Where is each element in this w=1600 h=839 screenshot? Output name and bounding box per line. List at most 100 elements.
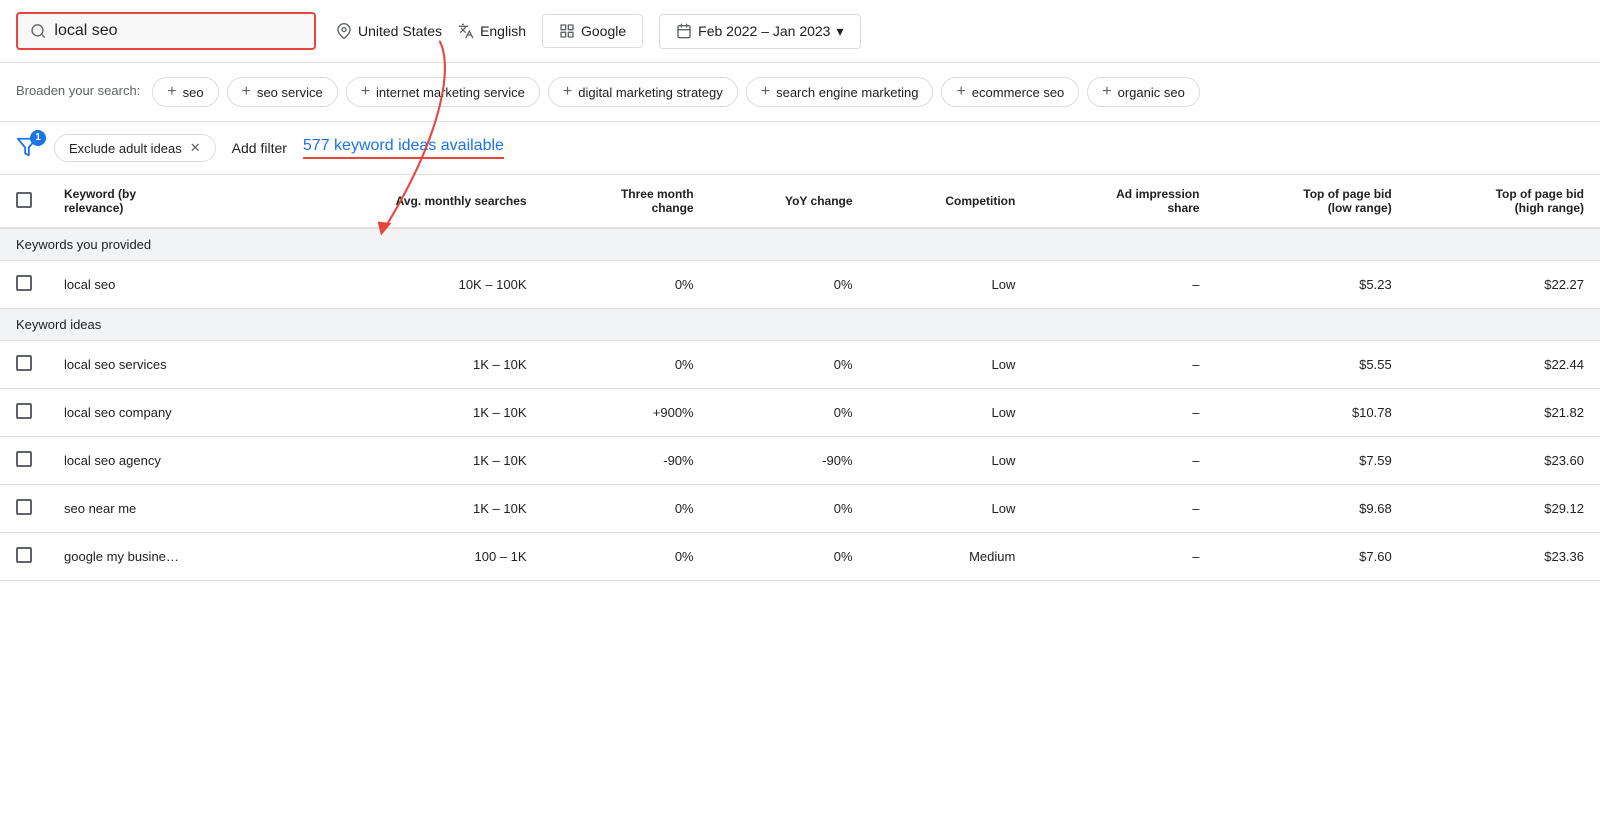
row-ad-impression: – xyxy=(1031,485,1215,533)
col-header-checkbox[interactable] xyxy=(0,175,48,228)
row-keyword: local seo services xyxy=(48,341,282,389)
language-control[interactable]: English xyxy=(458,23,526,39)
filter-badge: 1 xyxy=(30,130,46,146)
table-row: local seo services 1K – 10K 0% 0% Low – … xyxy=(0,341,1600,389)
search-input[interactable] xyxy=(54,22,302,40)
col-header-three-month: Three monthchange xyxy=(543,175,710,228)
table-container: Keyword (byrelevance) Avg. monthly searc… xyxy=(0,175,1600,581)
chip-ims-label: internet marketing service xyxy=(376,85,525,100)
exclude-adult-label: Exclude adult ideas xyxy=(69,141,182,156)
row-yoy: 0% xyxy=(710,261,869,309)
row-checkbox[interactable] xyxy=(0,533,48,581)
chip-seo[interactable]: + seo xyxy=(152,77,218,107)
google-button[interactable]: Google xyxy=(542,14,643,48)
row-top-bid-high: $22.27 xyxy=(1408,261,1600,309)
search-box[interactable] xyxy=(16,12,316,50)
broaden-section: Broaden your search: + seo + seo service… xyxy=(0,63,1600,122)
add-filter-button[interactable]: Add filter xyxy=(232,140,287,156)
date-range-button[interactable]: Feb 2022 – Jan 2023 ▾ xyxy=(659,14,860,49)
chip-internet-marketing-service[interactable]: + internet marketing service xyxy=(346,77,540,107)
col-header-top-bid-low: Top of page bid(low range) xyxy=(1215,175,1407,228)
row-checkbox-input[interactable] xyxy=(16,355,32,371)
row-top-bid-low: $5.55 xyxy=(1215,341,1407,389)
language-icon xyxy=(458,23,474,39)
chip-seo-label: seo xyxy=(183,85,204,100)
row-competition: Low xyxy=(869,437,1032,485)
row-yoy: 0% xyxy=(710,533,869,581)
language-label: English xyxy=(480,23,526,39)
plus-icon-dms: + xyxy=(563,83,572,101)
row-keyword: google my busine… xyxy=(48,533,282,581)
row-checkbox[interactable] xyxy=(0,485,48,533)
col-header-avg-monthly: Avg. monthly searches xyxy=(282,175,542,228)
row-three-month: 0% xyxy=(543,533,710,581)
row-checkbox-input[interactable] xyxy=(16,547,32,563)
col-header-competition: Competition xyxy=(869,175,1032,228)
table-row: google my busine… 100 – 1K 0% 0% Medium … xyxy=(0,533,1600,581)
row-checkbox[interactable] xyxy=(0,261,48,309)
filter-bar: 1 Exclude adult ideas ✕ Add filter 577 k… xyxy=(0,122,1600,175)
chip-ecommerce-seo[interactable]: + ecommerce seo xyxy=(941,77,1079,107)
chip-search-engine-marketing[interactable]: + search engine marketing xyxy=(746,77,934,107)
section-ideas-label: Keyword ideas xyxy=(0,309,1600,341)
table-row: local seo agency 1K – 10K -90% -90% Low … xyxy=(0,437,1600,485)
select-all-checkbox[interactable] xyxy=(16,192,32,208)
row-competition: Low xyxy=(869,261,1032,309)
chip-eseo-label: ecommerce seo xyxy=(972,85,1064,100)
row-ad-impression: – xyxy=(1031,389,1215,437)
row-checkbox-input[interactable] xyxy=(16,499,32,515)
row-top-bid-high: $23.36 xyxy=(1408,533,1600,581)
row-avg-monthly: 100 – 1K xyxy=(282,533,542,581)
exclude-adult-chip[interactable]: Exclude adult ideas ✕ xyxy=(54,134,216,162)
date-range-label: Feb 2022 – Jan 2023 xyxy=(698,23,830,39)
plus-icon-ims: + xyxy=(361,83,370,101)
dropdown-icon: ▾ xyxy=(836,23,843,40)
row-keyword: seo near me xyxy=(48,485,282,533)
row-top-bid-low: $5.23 xyxy=(1215,261,1407,309)
row-keyword: local seo agency xyxy=(48,437,282,485)
section-ideas: Keyword ideas xyxy=(0,309,1600,341)
table-row: local seo company 1K – 10K +900% 0% Low … xyxy=(0,389,1600,437)
row-yoy: 0% xyxy=(710,389,869,437)
col-header-top-bid-high: Top of page bid(high range) xyxy=(1408,175,1600,228)
row-checkbox[interactable] xyxy=(0,341,48,389)
row-yoy: 0% xyxy=(710,341,869,389)
header-controls: United States English xyxy=(336,14,861,49)
search-engine-icon xyxy=(559,23,575,39)
location-icon xyxy=(336,23,352,39)
row-three-month: -90% xyxy=(543,437,710,485)
row-checkbox-input[interactable] xyxy=(16,403,32,419)
row-avg-monthly: 1K – 10K xyxy=(282,437,542,485)
row-checkbox-input[interactable] xyxy=(16,275,32,291)
filter-icon-wrapper[interactable]: 1 xyxy=(16,136,38,161)
row-checkbox[interactable] xyxy=(0,389,48,437)
table-row: seo near me 1K – 10K 0% 0% Low – $9.68 $… xyxy=(0,485,1600,533)
row-checkbox[interactable] xyxy=(0,437,48,485)
row-keyword: local seo xyxy=(48,261,282,309)
col-header-yoy: YoY change xyxy=(710,175,869,228)
broaden-chips: + seo + seo service + internet marketing… xyxy=(152,77,1200,107)
table-body: Keywords you provided local seo 10K – 10… xyxy=(0,228,1600,581)
keywords-table: Keyword (byrelevance) Avg. monthly searc… xyxy=(0,175,1600,581)
row-top-bid-high: $21.82 xyxy=(1408,389,1600,437)
chip-seo-service[interactable]: + seo service xyxy=(227,77,338,107)
row-ad-impression: – xyxy=(1031,341,1215,389)
row-checkbox-input[interactable] xyxy=(16,451,32,467)
row-avg-monthly: 1K – 10K xyxy=(282,485,542,533)
section-provided-label: Keywords you provided xyxy=(0,228,1600,261)
plus-icon-seo-service: + xyxy=(242,83,251,101)
section-provided: Keywords you provided xyxy=(0,228,1600,261)
row-three-month: +900% xyxy=(543,389,710,437)
header: United States English xyxy=(0,0,1600,63)
row-ad-impression: – xyxy=(1031,261,1215,309)
row-yoy: 0% xyxy=(710,485,869,533)
location-label: United States xyxy=(358,23,442,39)
chip-organic-seo[interactable]: + organic seo xyxy=(1087,77,1200,107)
close-icon[interactable]: ✕ xyxy=(190,140,201,156)
row-top-bid-low: $7.60 xyxy=(1215,533,1407,581)
chip-digital-marketing-strategy[interactable]: + digital marketing strategy xyxy=(548,77,738,107)
col-header-keyword: Keyword (byrelevance) xyxy=(48,175,282,228)
location-control[interactable]: United States xyxy=(336,23,442,39)
plus-icon-eseo: + xyxy=(956,83,965,101)
row-competition: Low xyxy=(869,389,1032,437)
